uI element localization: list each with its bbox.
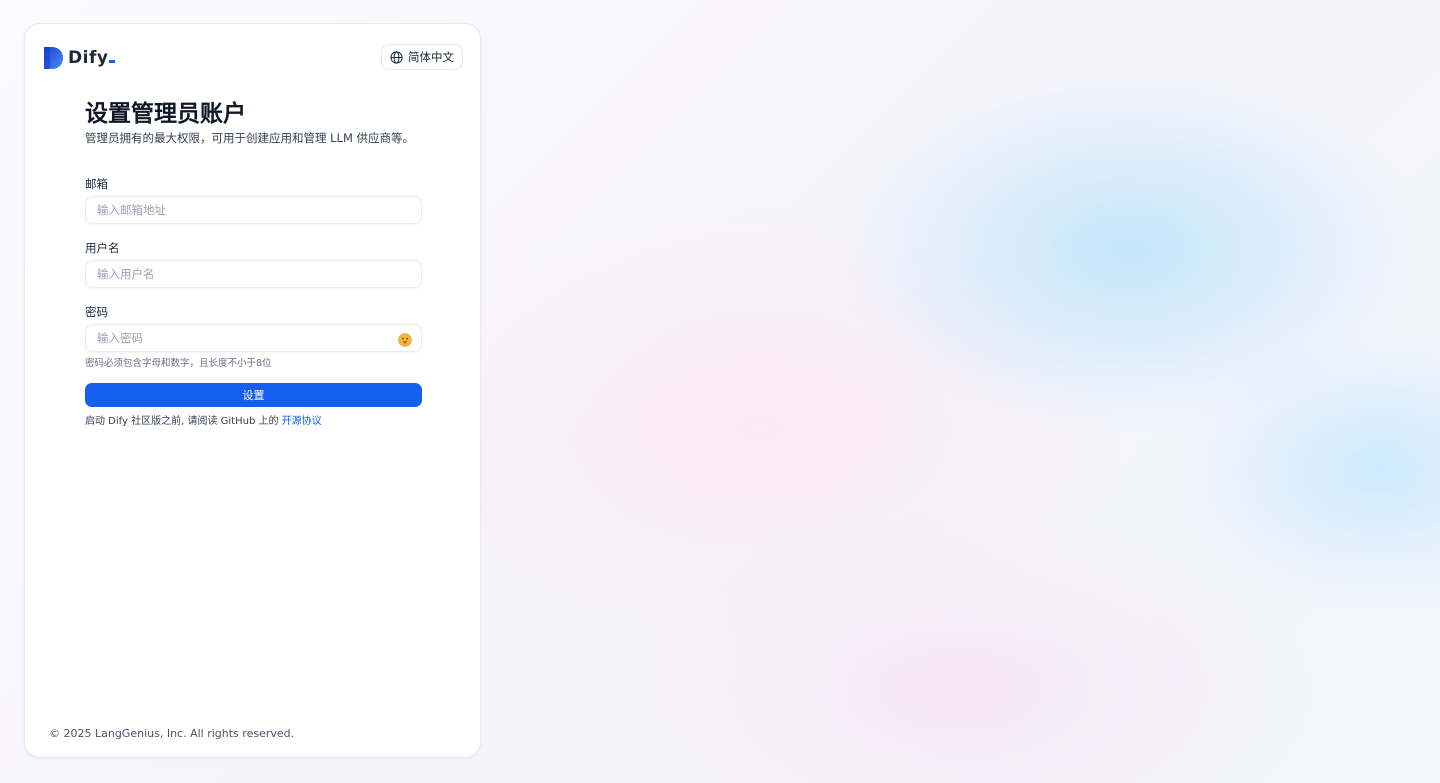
license-notice: 启动 Dify 社区版之前, 请阅读 GitHub 上的 开源协议 [85, 412, 322, 427]
setup-card: Dify 简体中文 设置管理员账户 管理员拥有的最大权限，可用于创建应用和管理 … [24, 23, 481, 758]
language-switcher-button[interactable]: 简体中文 [381, 44, 463, 70]
license-prefix-text: 启动 Dify 社区版之前, 请阅读 GitHub 上的 [85, 416, 282, 427]
email-field[interactable] [85, 196, 422, 224]
email-label: 邮箱 [85, 177, 108, 191]
username-field[interactable] [85, 260, 422, 288]
globe-icon [390, 50, 403, 64]
brand-name: Dify [68, 48, 116, 68]
copyright-footer: © 2025 LangGenius, Inc. All rights reser… [49, 727, 295, 740]
dify-logo-mark-icon [44, 47, 63, 69]
password-label: 密码 [85, 305, 108, 319]
license-link[interactable]: 开源协议 [282, 416, 322, 427]
language-label: 简体中文 [408, 50, 454, 64]
dify-logo: Dify [44, 46, 116, 70]
setup-submit-button[interactable]: 设置 [85, 383, 422, 407]
username-label: 用户名 [85, 241, 120, 255]
password-hint: 密码必须包含字母和数字，且长度不小于8位 [85, 358, 272, 369]
brand-underscore [109, 60, 116, 63]
page-subtitle: 管理员拥有的最大权限，可用于创建应用和管理 LLM 供应商等。 [85, 131, 415, 145]
eye-toggle-icon[interactable] [398, 333, 412, 347]
page-title: 设置管理员账户 [85, 101, 246, 127]
password-field[interactable] [85, 324, 422, 352]
